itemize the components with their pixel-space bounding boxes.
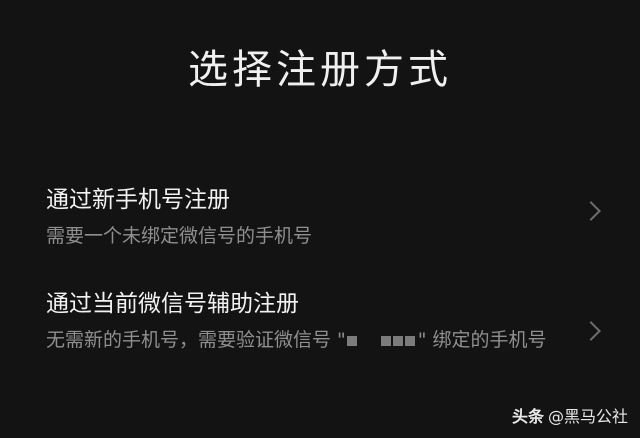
watermark-handle: @黑马公社	[547, 407, 628, 426]
redacted-wechat-id	[346, 327, 417, 355]
watermark-brand: 头条	[511, 407, 544, 426]
register-via-wechat-option[interactable]: 通过当前微信号辅助注册 无需新的手机号，需要验证微信号 " " 绑定的手机号	[0, 280, 640, 390]
chevron-right-icon	[581, 201, 601, 221]
registration-method-screen: 选择注册方式 通过新手机号注册 需要一个未绑定微信号的手机号 通过当前微信号辅助…	[0, 0, 640, 438]
option-description: 需要一个未绑定微信号的手机号	[46, 225, 313, 247]
description-suffix: " 绑定的手机号	[417, 329, 547, 351]
watermark: 头条 @黑马公社	[512, 406, 628, 428]
register-new-phone-option[interactable]: 通过新手机号注册 需要一个未绑定微信号的手机号	[0, 172, 640, 252]
chevron-right-icon	[581, 321, 601, 341]
description-prefix: 无需新的手机号，需要验证微信号 "	[46, 329, 346, 351]
option-title: 通过当前微信号辅助注册	[46, 291, 299, 317]
page-title: 选择注册方式	[188, 47, 452, 93]
option-description: 无需新的手机号，需要验证微信号 " " 绑定的手机号	[46, 326, 556, 355]
option-title: 通过新手机号注册	[46, 187, 230, 213]
